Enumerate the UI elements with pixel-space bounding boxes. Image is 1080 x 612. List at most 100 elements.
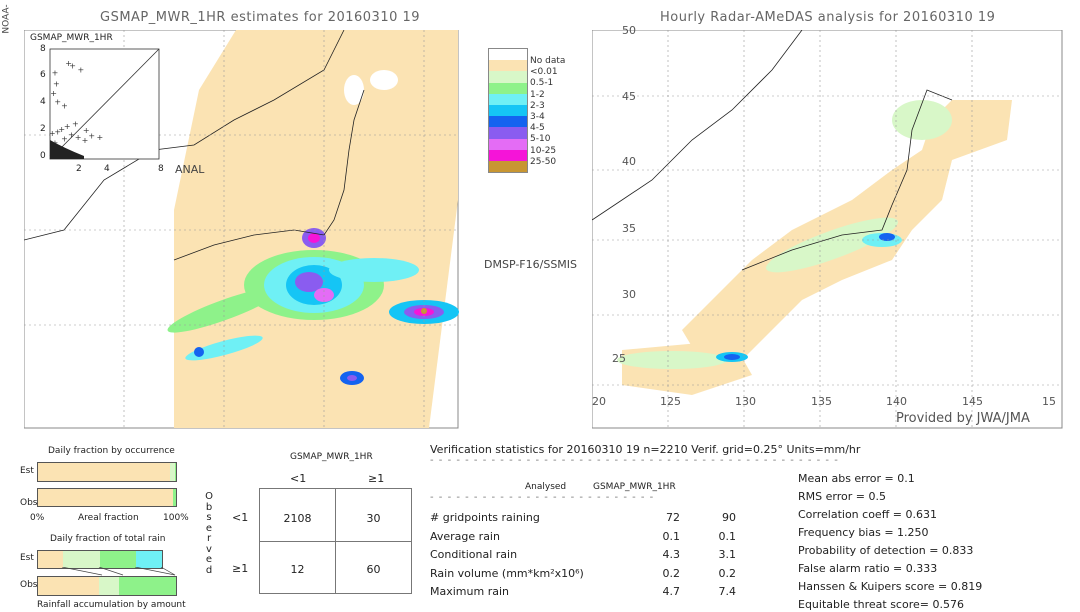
- stat-estimate-value: 0.1: [718, 529, 737, 543]
- score-line: False alarm ratio = 0.333: [798, 562, 938, 575]
- scatter-point: +: [65, 59, 72, 68]
- col-analysed: Analysed: [525, 482, 567, 492]
- total-rain-title: Daily fraction of total rain: [50, 534, 166, 544]
- legend-label: 10-25: [530, 145, 557, 156]
- occurrence-est-bar: [37, 462, 177, 482]
- col-estimate: GSMAP_MWR_1HR: [593, 482, 676, 492]
- stat-estimate-value: 7.4: [718, 585, 737, 598]
- inset-y-tick: 2: [40, 124, 46, 134]
- stat-analysed-value: 72: [666, 511, 680, 524]
- sensor-label: DMSP-F16/SSMIS: [484, 258, 578, 271]
- legend-label: 1-2: [530, 89, 545, 100]
- scatter-point: +: [61, 134, 68, 143]
- scatter-point: +: [49, 129, 56, 138]
- score-line: Probability of detection = 0.833: [798, 544, 974, 557]
- scatter-point: +: [82, 136, 89, 145]
- stat-analysed-value: 0.1: [662, 529, 681, 543]
- cell-false-alarm: 30: [366, 512, 381, 525]
- stat-row-label: Conditional rain: [430, 548, 518, 561]
- stats-subdivider: - - - - - - - - - - - - - - - - - - - - …: [430, 492, 655, 503]
- observed-letter: e: [205, 554, 213, 565]
- inset-x-tick: 8: [158, 164, 164, 174]
- lat-tick: 40: [622, 155, 636, 168]
- legend-swatch: [489, 116, 527, 128]
- scatter-point: +: [61, 101, 68, 110]
- stat-row-label: Average rain: [430, 529, 500, 543]
- stat-analysed-value: 4.3: [662, 548, 681, 561]
- scatter-point: +: [72, 119, 79, 128]
- bar-segment: [174, 463, 176, 481]
- col-label: <1: [290, 472, 307, 485]
- contingency-header: GSMAP_MWR_1HR: [290, 452, 373, 462]
- cell-miss: 12: [290, 563, 305, 576]
- gsmap-verification-figure: NOAA- GSMAP_MWR_1HR estimates for 201603…: [0, 0, 1080, 612]
- score-line: RMS error = 0.5: [798, 490, 886, 503]
- legend-swatch: [489, 49, 527, 61]
- contingency-table: 2108 30 12 60: [259, 488, 412, 594]
- stat-analysed-value: 0.2: [662, 566, 681, 580]
- score-line: Mean abs error = 0.1: [798, 472, 915, 485]
- scatter-point: +: [75, 133, 82, 142]
- row-label: ≥1: [232, 562, 249, 575]
- cell-hit: 60: [366, 563, 381, 576]
- inset-title: GSMAP_MWR_1HR: [30, 33, 113, 43]
- score-line: Correlation coeff = 0.631: [798, 508, 937, 521]
- lon-tick: 130: [735, 395, 756, 408]
- observed-letter: s: [206, 512, 212, 523]
- observed-letter: r: [206, 533, 212, 544]
- legend-label: 2-3: [530, 100, 545, 111]
- score-line: Frequency bias = 1.250: [798, 526, 929, 539]
- lon-tick: 125: [660, 395, 681, 408]
- left-map-title: GSMAP_MWR_1HR estimates for 20160310 19: [100, 10, 421, 25]
- inset-y-tick: 0: [40, 151, 46, 161]
- legend-swatch: [489, 138, 527, 150]
- lat-tick: 30: [622, 288, 636, 301]
- side-satellite-label: NOAA-: [1, 4, 12, 34]
- credit-label: Provided by JWA/JMA: [896, 411, 1030, 426]
- legend-labels: No data <0.01 0.5-1 1-2 2-3 3-4 4-5 5-10 10-25 25…: [530, 56, 565, 168]
- total-rain-obs-bar: [37, 576, 177, 596]
- stat-row-label: # gridpoints raining: [430, 511, 540, 524]
- inset-x-label: ANAL: [175, 163, 205, 176]
- legend-label: 3-4: [530, 111, 545, 122]
- stat-analysed-value: 4.7: [662, 585, 681, 598]
- legend-swatch: [489, 71, 527, 83]
- legend-swatch: [489, 160, 527, 173]
- stat-estimate-value: 90: [722, 511, 736, 524]
- bar-segment: [38, 463, 171, 481]
- scatter-point: +: [53, 79, 60, 88]
- legend-label: <0.01: [530, 67, 558, 78]
- legend-swatch: [489, 82, 527, 94]
- occ-axis-right: 100%: [163, 513, 189, 523]
- stat-row-label: Rain volume (mm*km²x10⁶): [430, 566, 584, 580]
- stats-divider: - - - - - - - - - - - - - - - - - - - - …: [430, 455, 839, 466]
- right-map: [592, 30, 1063, 429]
- scatter-point: +: [83, 126, 90, 135]
- bar-segment: [135, 551, 162, 568]
- lon-tick: 15: [1042, 395, 1056, 408]
- legend-label: 25-50: [530, 156, 557, 167]
- cell-hit-neg: 2108: [283, 512, 312, 525]
- lon-tick: 135: [811, 395, 832, 408]
- inset-y-tick: 6: [40, 70, 46, 80]
- bar-segment: [38, 489, 174, 506]
- rain-obs-label: Obs: [20, 580, 38, 590]
- lat-tick: 20: [592, 395, 606, 408]
- inset-y-tick: 4: [40, 97, 46, 107]
- scatter-point: +: [97, 133, 104, 142]
- occurrence-obs-bar: [37, 488, 177, 507]
- legend-swatch: [489, 93, 527, 105]
- lat-tick: 25: [612, 352, 626, 365]
- bar-segment: [62, 551, 100, 568]
- rain-est-label: Est: [20, 553, 34, 563]
- row-label: <1: [232, 511, 249, 524]
- right-map-title: Hourly Radar-AMeDAS analysis for 2016031…: [660, 10, 996, 25]
- bar-segment: [173, 489, 176, 506]
- stat-estimate-value: 3.1: [718, 548, 737, 561]
- color-legend: [488, 48, 528, 174]
- bar-segment: [98, 577, 120, 595]
- observed-label: Observed: [204, 491, 214, 576]
- bar-segment: [38, 577, 99, 595]
- occurrence-title: Daily fraction by occurrence: [48, 446, 175, 456]
- observed-letter: O: [205, 491, 213, 502]
